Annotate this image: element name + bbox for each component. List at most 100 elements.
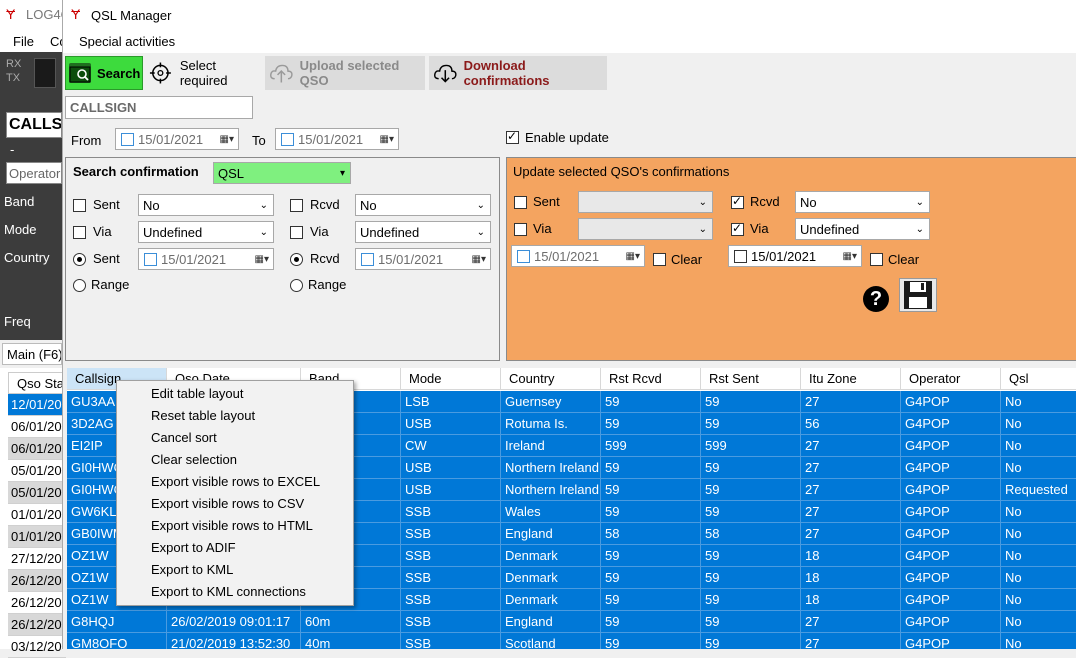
table-cell[interactable]: 59 [601, 479, 701, 501]
update-right-date-picker[interactable]: 15/01/2021 ▦▾ [728, 245, 862, 267]
update-via2-select[interactable]: Undefined ⌄ [795, 218, 930, 240]
table-cell[interactable]: GM8OFO [67, 633, 167, 649]
search-sent-date-radio[interactable] [73, 253, 86, 266]
table-cell[interactable]: 60m [301, 611, 401, 633]
table-cell[interactable]: 59 [701, 633, 801, 649]
table-cell[interactable]: 599 [601, 435, 701, 457]
table-cell[interactable]: G4POP [901, 413, 1001, 435]
search-via-checkbox[interactable] [73, 226, 86, 239]
table-cell[interactable]: G4POP [901, 589, 1001, 611]
search-via2-checkbox[interactable] [290, 226, 303, 239]
operator-field[interactable]: Operator [6, 162, 62, 184]
table-cell[interactable]: 27 [801, 633, 901, 649]
table-cell[interactable]: 27 [801, 611, 901, 633]
callsign-input[interactable]: CALLSIGN [65, 96, 253, 119]
table-row[interactable]: G8HQJ 26/02/2019 09:01:17 60m SSB England 59 5… [67, 611, 1076, 633]
update-via-select[interactable]: ⌄ [578, 218, 713, 240]
table-cell[interactable]: Denmark [501, 589, 601, 611]
main-grid-row[interactable]: 26/12/20 [8, 614, 66, 636]
context-menu-item[interactable]: Clear selection [151, 449, 237, 471]
table-cell[interactable]: 18 [801, 567, 901, 589]
right-date-checkbox[interactable] [734, 249, 747, 263]
search-button[interactable]: Search [65, 56, 143, 90]
context-menu-item[interactable]: Cancel sort [151, 427, 217, 449]
table-cell[interactable]: No [1001, 611, 1076, 633]
main-callsign-input[interactable]: CALLS [6, 112, 62, 138]
column-header[interactable]: Operator [901, 368, 1001, 390]
table-cell[interactable]: England [501, 523, 601, 545]
table-cell[interactable]: G4POP [901, 501, 1001, 523]
table-cell[interactable]: 27 [801, 457, 901, 479]
download-confirmations-button[interactable]: Download confirmations [429, 56, 607, 90]
table-cell[interactable]: G4POP [901, 633, 1001, 649]
table-cell[interactable]: SSB [401, 545, 501, 567]
main-grid-row[interactable]: 05/01/20 [8, 460, 66, 482]
main-grid-row[interactable]: 06/01/20 [8, 416, 66, 438]
update-rcvd-select[interactable]: No ⌄ [795, 191, 930, 213]
main-grid-row[interactable]: 06/01/20 [8, 438, 66, 460]
update-via-checkbox[interactable] [514, 223, 527, 236]
table-cell[interactable]: No [1001, 589, 1076, 611]
table-cell[interactable]: SSB [401, 589, 501, 611]
confirmation-type-select[interactable]: QSL ▾ [213, 162, 351, 184]
column-header[interactable]: Mode [401, 368, 501, 390]
table-cell[interactable]: G8HQJ [67, 611, 167, 633]
table-cell[interactable]: G4POP [901, 479, 1001, 501]
table-cell[interactable]: Rotuma Is. [501, 413, 601, 435]
search-rcvd-checkbox[interactable] [290, 199, 303, 212]
context-menu-item[interactable]: Reset table layout [151, 405, 255, 427]
table-cell[interactable]: No [1001, 567, 1076, 589]
column-header[interactable]: Rst Sent [701, 368, 801, 390]
context-menu-item[interactable]: Export to ADIF [151, 537, 236, 559]
table-cell[interactable]: 40m [301, 633, 401, 649]
search-rcvd-select[interactable]: No ⌄ [355, 194, 491, 216]
table-cell[interactable]: SSB [401, 633, 501, 649]
table-cell[interactable]: No [1001, 391, 1076, 413]
table-cell[interactable]: No [1001, 633, 1076, 649]
table-cell[interactable]: 58 [601, 523, 701, 545]
main-grid-row[interactable]: 12/01/20 [8, 394, 66, 416]
table-cell[interactable]: USB [401, 479, 501, 501]
table-cell[interactable]: Ireland [501, 435, 601, 457]
table-cell[interactable]: SSB [401, 523, 501, 545]
table-cell[interactable]: 27 [801, 523, 901, 545]
menu-special-activities[interactable]: Special activities [79, 34, 175, 49]
update-sent-checkbox[interactable] [514, 196, 527, 209]
table-cell[interactable]: 59 [701, 611, 801, 633]
search-sent-date-picker[interactable]: 15/01/2021 ▦▾ [138, 248, 274, 270]
context-menu-item[interactable]: Export visible rows to HTML [151, 515, 313, 537]
table-cell[interactable]: Requested [1001, 479, 1076, 501]
table-cell[interactable]: G4POP [901, 435, 1001, 457]
save-button[interactable] [899, 278, 937, 312]
table-cell[interactable]: 59 [601, 633, 701, 649]
to-date-picker[interactable]: 15/01/2021 ▦▾ [275, 128, 399, 150]
rcvd-date-checkbox[interactable] [361, 252, 374, 266]
context-menu-item[interactable]: Export to KML connections [151, 581, 306, 603]
table-cell[interactable]: 59 [601, 589, 701, 611]
search-via-select[interactable]: Undefined ⌄ [138, 221, 274, 243]
table-cell[interactable]: Guernsey [501, 391, 601, 413]
table-cell[interactable]: 59 [601, 457, 701, 479]
update-left-date-picker[interactable]: 15/01/2021 ▦▾ [511, 245, 645, 267]
menu-file[interactable]: File [13, 34, 34, 49]
clear1-checkbox[interactable] [653, 253, 666, 266]
to-date-checkbox[interactable] [281, 132, 294, 146]
table-cell[interactable]: SSB [401, 567, 501, 589]
table-cell[interactable]: Northern Ireland [501, 479, 601, 501]
search-sent-select[interactable]: No ⌄ [138, 194, 274, 216]
main-grid-row[interactable]: 05/01/20 [8, 482, 66, 504]
search-via2-select[interactable]: Undefined ⌄ [355, 221, 491, 243]
context-menu-item[interactable]: Export to KML [151, 559, 233, 581]
help-icon[interactable]: ? [863, 286, 889, 312]
column-header[interactable]: Rst Rcvd [601, 368, 701, 390]
table-cell[interactable]: 59 [701, 589, 801, 611]
table-cell[interactable]: 59 [601, 567, 701, 589]
table-cell[interactable]: No [1001, 413, 1076, 435]
table-cell[interactable]: G4POP [901, 391, 1001, 413]
main-grid-header[interactable]: Qso Sta [8, 372, 66, 394]
table-cell[interactable]: 599 [701, 435, 801, 457]
table-cell[interactable]: No [1001, 501, 1076, 523]
main-grid-row[interactable]: 03/12/20 [8, 636, 66, 658]
table-cell[interactable]: 21/02/2019 13:52:30 [167, 633, 301, 649]
main-grid-row[interactable]: 27/12/20 [8, 548, 66, 570]
